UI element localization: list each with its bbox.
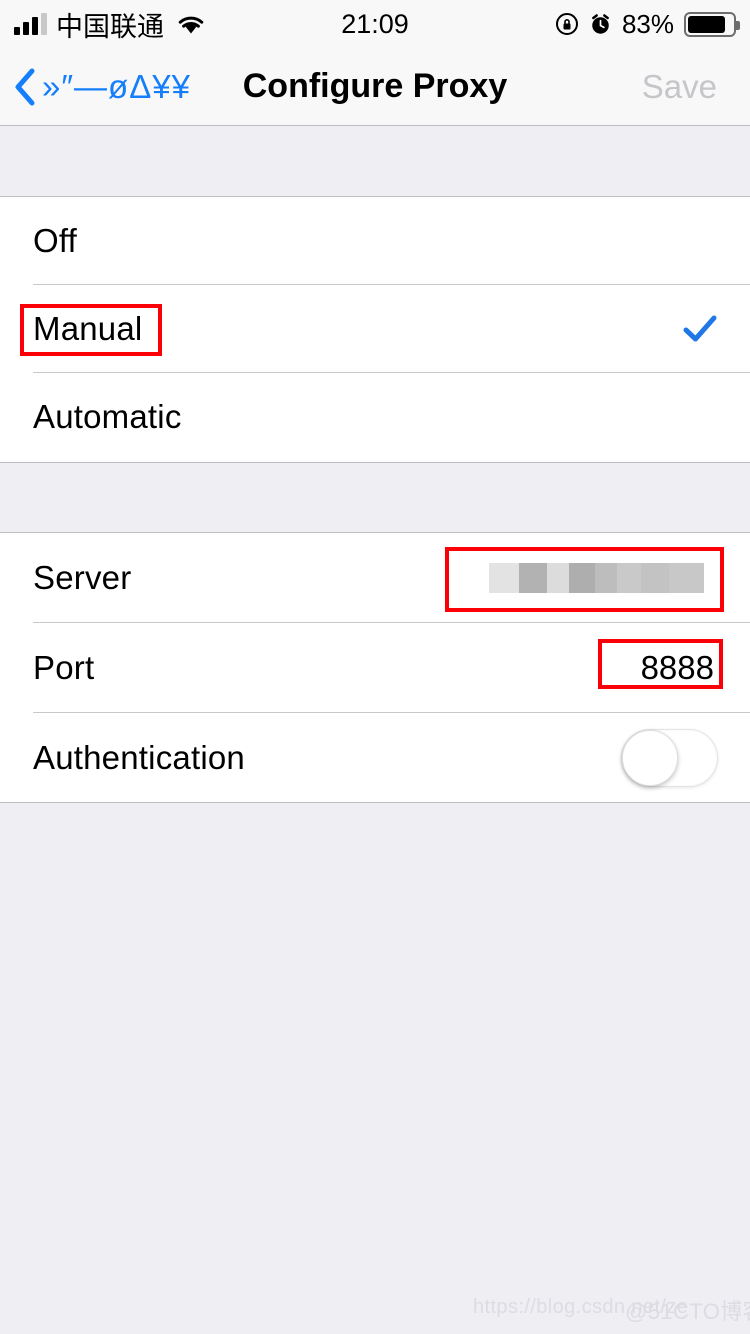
port-value[interactable]: 8888 [641, 649, 714, 687]
list-item-label: Automatic [33, 398, 182, 435]
save-button[interactable]: Save [642, 48, 717, 125]
section-gap-top [0, 126, 750, 197]
proxy-details-section: Server Port 8888 Authentication [0, 533, 750, 802]
server-value-redacted[interactable] [489, 563, 704, 593]
row-label-authentication: Authentication [33, 739, 245, 776]
status-bar-right: 83% [555, 0, 740, 48]
row-port[interactable]: Port 8888 [0, 623, 750, 713]
authentication-toggle[interactable] [621, 729, 718, 787]
navigation-bar: »″—øΔ¥¥ Configure Proxy Save [0, 48, 750, 126]
page-background [0, 802, 750, 1334]
battery-icon [684, 11, 740, 37]
row-authentication[interactable]: Authentication [0, 713, 750, 803]
list-item-label: Off [33, 222, 78, 259]
cto-watermark: @51CTO博客 [625, 1299, 750, 1324]
row-server[interactable]: Server [0, 533, 750, 623]
alarm-clock-icon [592, 13, 609, 34]
list-item-label: Manual [33, 310, 143, 347]
section-gap-middle [0, 462, 750, 533]
page-title: Configure Proxy [242, 67, 508, 105]
list-item-manual[interactable]: Manual [0, 285, 750, 373]
battery-fill [688, 15, 725, 33]
list-item-automatic[interactable]: Automatic [0, 373, 750, 461]
proxy-mode-section: Off Manual Automatic [0, 197, 750, 462]
row-label-server: Server [33, 559, 132, 596]
battery-percent-label: 83% [621, 8, 674, 39]
row-label-port: Port [33, 649, 95, 686]
checkmark-icon [683, 315, 717, 342]
status-bar: 中国联通 21:09 83% [0, 0, 750, 48]
list-item-off[interactable]: Off [0, 197, 750, 285]
toggle-knob [622, 730, 678, 786]
rotation-lock-icon [555, 13, 578, 35]
